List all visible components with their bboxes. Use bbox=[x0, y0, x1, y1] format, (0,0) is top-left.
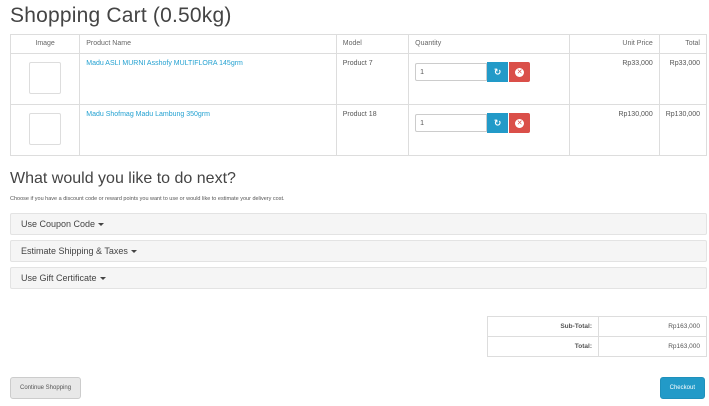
update-button[interactable]: ↻ bbox=[487, 113, 509, 133]
quantity-input[interactable] bbox=[415, 63, 488, 81]
product-thumbnail[interactable] bbox=[29, 113, 62, 145]
quantity-cell: ↻ ✕ bbox=[408, 104, 570, 156]
quantity-input[interactable] bbox=[415, 114, 488, 132]
quantity-control: ↻ ✕ bbox=[415, 113, 563, 133]
table-row: Sub-Total: Rp163,000 bbox=[487, 316, 707, 337]
caret-down-icon bbox=[98, 223, 105, 227]
product-name-cell: Madu Shofmag Madu Lambung 350grm bbox=[79, 104, 337, 156]
total-value: Rp163,000 bbox=[598, 336, 707, 357]
product-image-cell bbox=[9, 104, 81, 156]
col-quantity-header: Quantity bbox=[408, 34, 570, 54]
line-total: Rp130,000 bbox=[658, 104, 708, 156]
unit-price: Rp130,000 bbox=[568, 104, 660, 156]
refresh-icon: ↻ bbox=[493, 117, 502, 128]
continue-shopping-button[interactable]: Continue Shopping bbox=[10, 377, 82, 399]
caret-down-icon bbox=[130, 250, 137, 254]
col-name-header: Product Name bbox=[79, 34, 337, 54]
subtotal-label: Sub-Total: bbox=[487, 316, 599, 337]
update-button[interactable]: ↻ bbox=[487, 62, 509, 82]
checkout-button[interactable]: Checkout bbox=[659, 377, 705, 399]
quantity-control: ↻ ✕ bbox=[415, 62, 563, 82]
col-model-header: Model bbox=[335, 34, 410, 54]
times-circle-icon: ✕ bbox=[515, 67, 525, 77]
caret-down-icon bbox=[99, 277, 106, 281]
subtotal-value: Rp163,000 bbox=[598, 316, 707, 337]
line-total: Rp33,000 bbox=[658, 53, 708, 105]
remove-button[interactable]: ✕ bbox=[509, 62, 531, 82]
panel-label: Use Coupon Code bbox=[21, 219, 96, 229]
cart-header-row: Image Product Name Model Quantity Unit P… bbox=[9, 34, 708, 54]
product-name-link[interactable]: Madu Shofmag Madu Lambung 350grm bbox=[86, 111, 210, 118]
times-circle-icon: ✕ bbox=[515, 118, 525, 128]
product-name-link[interactable]: Madu ASLI MURNI Asshofy MULTIFLORA 145gr… bbox=[86, 60, 243, 67]
page-title: Shopping Cart (0.50kg) bbox=[10, 4, 232, 27]
refresh-icon: ↻ bbox=[493, 66, 502, 77]
remove-button[interactable]: ✕ bbox=[509, 113, 531, 133]
table-row: Madu ASLI MURNI Asshofy MULTIFLORA 145gr… bbox=[9, 53, 708, 105]
quantity-cell: ↻ ✕ bbox=[408, 53, 570, 105]
next-steps-help: Choose if you have a discount code or re… bbox=[10, 196, 285, 202]
panel-label: Use Gift Certificate bbox=[21, 273, 97, 283]
col-image-header: Image bbox=[9, 34, 81, 54]
cart-table: Image Product Name Model Quantity Unit P… bbox=[9, 34, 708, 156]
gift-certificate-panel[interactable]: Use Gift Certificate bbox=[10, 267, 707, 289]
next-steps-heading: What would you like to do next? bbox=[10, 170, 236, 187]
product-image-cell bbox=[9, 53, 81, 105]
product-model: Product 7 bbox=[335, 53, 410, 105]
totals-table: Sub-Total: Rp163,000 Total: Rp163,000 bbox=[487, 316, 707, 357]
product-thumbnail[interactable] bbox=[29, 62, 62, 94]
estimate-shipping-panel[interactable]: Estimate Shipping & Taxes bbox=[10, 240, 707, 262]
coupon-code-panel[interactable]: Use Coupon Code bbox=[10, 213, 707, 235]
col-total-header: Total bbox=[658, 34, 708, 54]
product-model: Product 18 bbox=[335, 104, 410, 156]
product-name-cell: Madu ASLI MURNI Asshofy MULTIFLORA 145gr… bbox=[79, 53, 337, 105]
table-row: Madu Shofmag Madu Lambung 350grm Product… bbox=[9, 104, 708, 156]
table-row: Total: Rp163,000 bbox=[487, 336, 707, 357]
panel-label: Estimate Shipping & Taxes bbox=[21, 246, 128, 256]
col-unit-price-header: Unit Price bbox=[568, 34, 660, 54]
unit-price: Rp33,000 bbox=[568, 53, 660, 105]
total-label: Total: bbox=[487, 336, 599, 357]
